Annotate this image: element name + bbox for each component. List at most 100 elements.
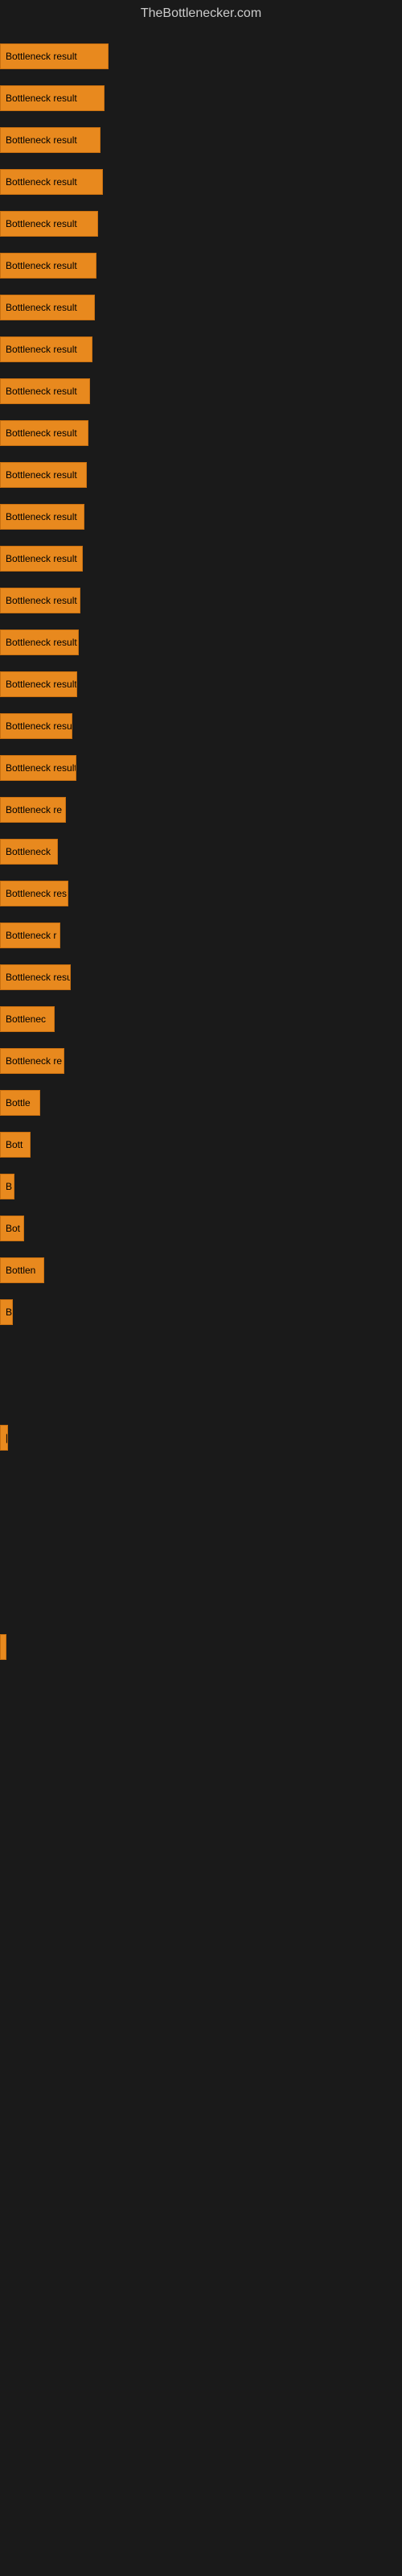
bar-row: Bottleneck result [0, 287, 402, 328]
bar-label: Bottleneck result [6, 260, 77, 271]
result-bar: B [0, 1174, 14, 1199]
result-bar: Bot [0, 1216, 24, 1241]
bar-label: Bottleneck result [6, 386, 77, 397]
bar-row: Bottleneck result [0, 580, 402, 621]
bar-row: Bottle [0, 1082, 402, 1124]
bar-row: Bottleneck result [0, 663, 402, 705]
bar-row [0, 1626, 402, 1668]
bar-row: Bottleneck resu [0, 956, 402, 998]
result-bar: Bottleneck result [0, 295, 95, 320]
result-bar: B [0, 1299, 13, 1325]
bar-label: Bottlen [6, 1265, 35, 1276]
result-bar: Bottleneck result [0, 253, 96, 279]
bar-label: Bottleneck result [6, 553, 77, 564]
bar-label: B [6, 1181, 12, 1192]
bar-row: Bottleneck result [0, 245, 402, 287]
bar-label: Bottleneck re [6, 804, 62, 815]
bar-label: Bottleneck result [6, 93, 77, 104]
result-bar: Bottleneck result [0, 336, 92, 362]
bar-row: Bottleneck result [0, 747, 402, 789]
result-bar: [ [0, 1425, 8, 1451]
bar-row [0, 1501, 402, 1542]
bar-row [0, 1333, 402, 1375]
bar-label: Bott [6, 1139, 23, 1150]
bar-row: Bottleneck res [0, 873, 402, 914]
bar-label: Bottleneck result [6, 51, 77, 62]
bar-label: Bottleneck [6, 846, 51, 857]
bar-row: Bottleneck result [0, 203, 402, 245]
result-bar: Bottleneck result [0, 43, 109, 69]
bar-label: Bottlenec [6, 1013, 46, 1025]
bar-label: Bottleneck re [6, 1055, 62, 1067]
bar-row: Bottleneck result [0, 412, 402, 454]
bar-row: Bottleneck result [0, 119, 402, 161]
bar-row: Bottleneck result [0, 621, 402, 663]
bar-row: Bottleneck result [0, 496, 402, 538]
bar-label: [ [6, 1432, 8, 1443]
bar-row [0, 1542, 402, 1584]
result-bar: Bottleneck result [0, 504, 84, 530]
result-bar: Bottleneck resu [0, 713, 72, 739]
result-bar: Bottlenec [0, 1006, 55, 1032]
bar-label: Bottleneck res [6, 888, 67, 899]
bar-label: Bottleneck result [6, 134, 77, 146]
bar-row [0, 1459, 402, 1501]
result-bar: Bottleneck result [0, 588, 80, 613]
bar-label: Bot [6, 1223, 20, 1234]
bar-row: Bottleneck result [0, 77, 402, 119]
bar-row: [ [0, 1417, 402, 1459]
bars-container: Bottleneck result Bottleneck result Bottle… [0, 27, 402, 1676]
result-bar: Bottleneck re [0, 1048, 64, 1074]
bar-label: Bottleneck result [6, 679, 77, 690]
result-bar: Bottleneck [0, 839, 58, 865]
bar-label: Bottleneck result [6, 595, 77, 606]
bar-row: B [0, 1166, 402, 1208]
result-bar: Bottleneck r [0, 923, 60, 948]
bar-row: Bottleneck result [0, 161, 402, 203]
bar-label: Bottleneck result [6, 511, 77, 522]
bar-label: Bottleneck result [6, 637, 77, 648]
result-bar: Bottleneck result [0, 127, 100, 153]
bar-row: Bottleneck result [0, 454, 402, 496]
bar-label: Bottleneck result [6, 218, 77, 229]
bar-row: Bottlenec [0, 998, 402, 1040]
result-bar: Bottleneck result [0, 462, 87, 488]
bar-row: Bottleneck result [0, 328, 402, 370]
bar-row [0, 1375, 402, 1417]
bar-label: Bottleneck result [6, 344, 77, 355]
bar-label: B [6, 1307, 12, 1318]
bar-row: Bottleneck resu [0, 705, 402, 747]
bar-row: Bottleneck re [0, 1040, 402, 1082]
result-bar: Bottleneck result [0, 420, 88, 446]
result-bar: Bottleneck re [0, 797, 66, 823]
bar-row: Bottleneck result [0, 370, 402, 412]
site-title: TheBottlenecker.com [0, 0, 402, 27]
bar-row: Bottleneck re [0, 789, 402, 831]
result-bar: Bottleneck result [0, 755, 76, 781]
bar-label: Bottleneck resu [6, 972, 71, 983]
result-bar: Bottleneck resu [0, 964, 71, 990]
result-bar: Bottleneck result [0, 546, 83, 572]
result-bar [0, 1634, 6, 1660]
result-bar: Bottlen [0, 1257, 44, 1283]
bar-label: Bottleneck result [6, 469, 77, 481]
result-bar: Bottleneck result [0, 211, 98, 237]
bar-row: B [0, 1291, 402, 1333]
bar-label: Bottleneck result [6, 762, 76, 774]
bar-label: Bottle [6, 1097, 31, 1108]
bar-label: Bottleneck result [6, 176, 77, 188]
bar-row: Bot [0, 1208, 402, 1249]
bar-row: Bottlen [0, 1249, 402, 1291]
result-bar: Bottleneck result [0, 85, 105, 111]
result-bar: Bottle [0, 1090, 40, 1116]
bar-row: Bottleneck r [0, 914, 402, 956]
result-bar: Bottleneck res [0, 881, 68, 906]
bar-row: Bott [0, 1124, 402, 1166]
bar-row [0, 1584, 402, 1626]
result-bar: Bottleneck result [0, 378, 90, 404]
bar-row: Bottleneck result [0, 538, 402, 580]
result-bar: Bott [0, 1132, 31, 1158]
bar-label: Bottleneck resu [6, 720, 72, 732]
bar-label: Bottleneck result [6, 302, 77, 313]
bar-label: Bottleneck r [6, 930, 56, 941]
